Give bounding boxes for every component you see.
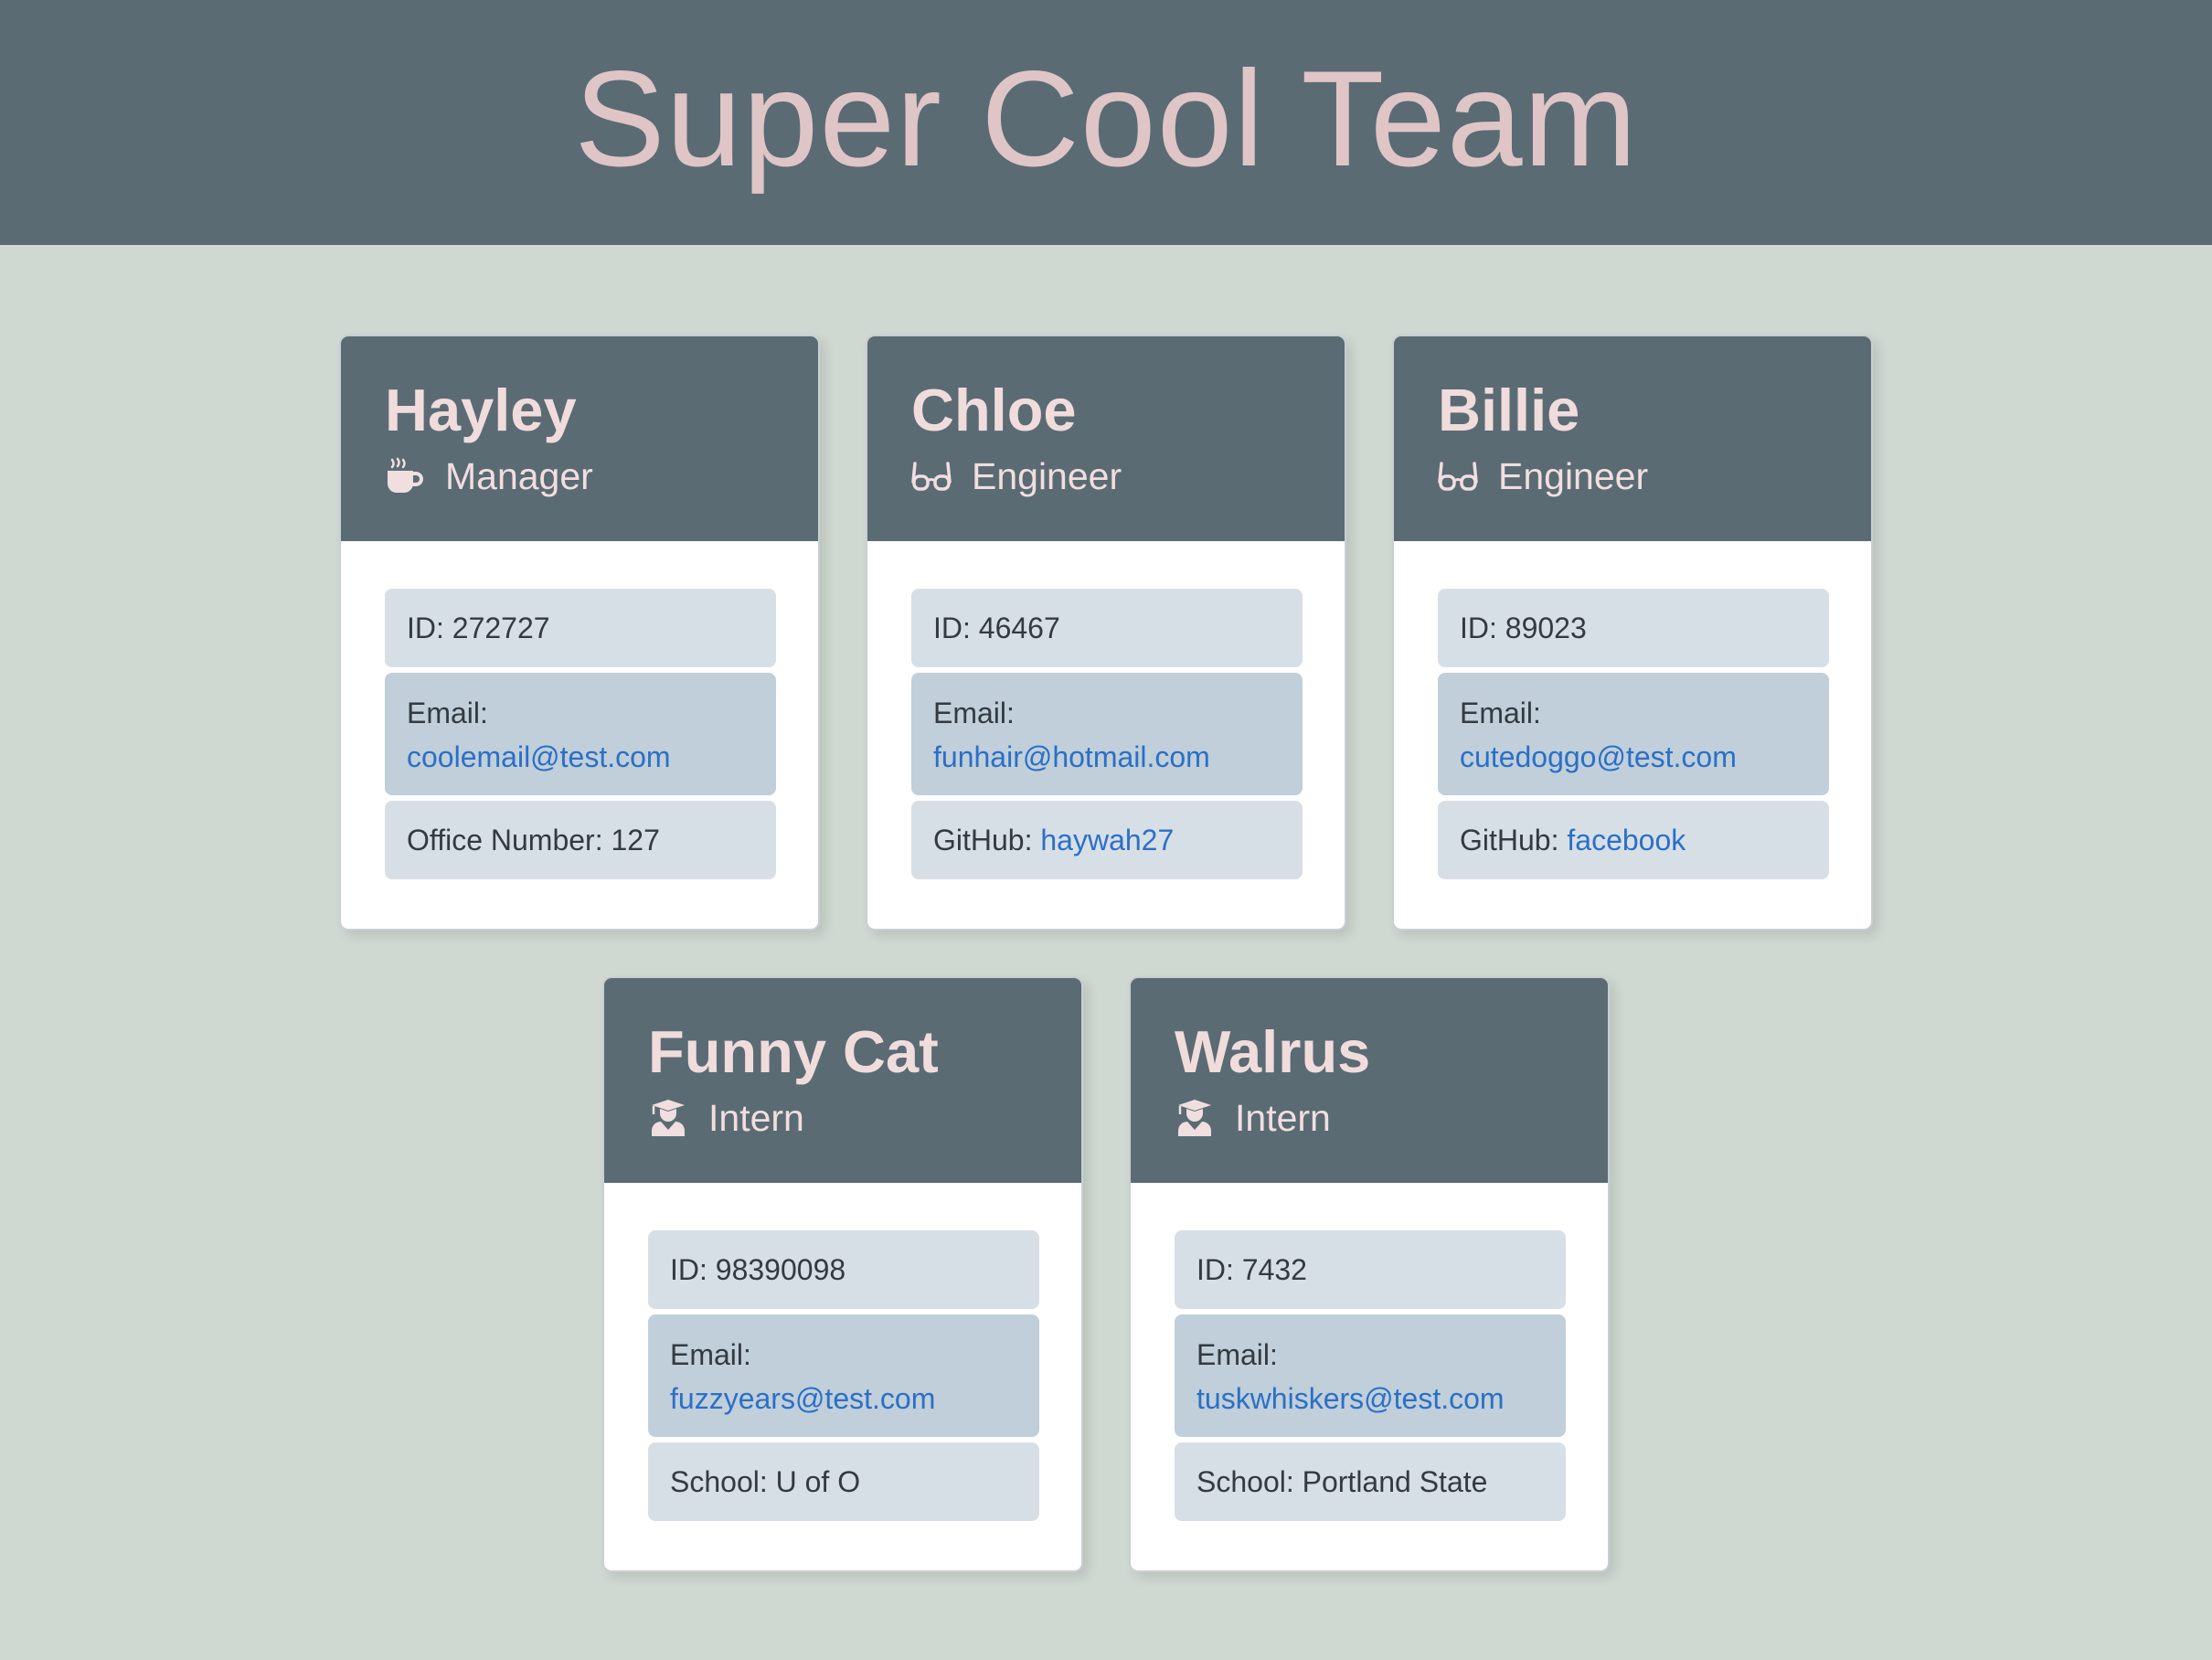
id-value: 89023 [1505, 612, 1587, 644]
office-value: 127 [611, 824, 660, 857]
school-label: School: [1196, 1465, 1303, 1498]
employee-card-intern: Walrus Intern ID: 7432 Email: tuskwhiske… [1129, 976, 1610, 1572]
employee-role: Engineer [1438, 456, 1829, 496]
id-value: 98390098 [715, 1253, 846, 1286]
employee-email: Email: funhair@hotmail.com [911, 673, 1303, 795]
employee-name: Hayley [385, 377, 577, 443]
employee-role: Manager [385, 456, 776, 496]
employee-name: Funny Cat [648, 1018, 939, 1085]
role-label: Intern [1235, 1096, 1331, 1139]
email-link[interactable]: coolemail@test.com [407, 740, 671, 773]
team-row: Hayley Manager ID: 272727 Email: coolema… [0, 335, 2212, 931]
github-label: GitHub: [933, 824, 1041, 857]
employee-name: Billie [1438, 377, 1580, 443]
role-label: Intern [708, 1096, 804, 1139]
employee-school: School: Portland State [1175, 1442, 1566, 1521]
github-link[interactable]: haywah27 [1040, 818, 1174, 862]
school-value: Portland State [1302, 1465, 1488, 1498]
card-body: ID: 89023 Email: cutedoggo@test.com GitH… [1394, 541, 1871, 879]
employee-office-number: Office Number: 127 [385, 801, 776, 879]
id-label: ID: [933, 612, 979, 644]
employee-role: Intern [1175, 1098, 1566, 1138]
employee-role: Engineer [911, 456, 1303, 496]
glasses-icon [1438, 456, 1478, 496]
employee-id: ID: 89023 [1438, 589, 1829, 667]
employee-github: GitHub: facebook [1438, 801, 1829, 879]
employee-role: Intern [648, 1098, 1039, 1138]
school-label: School: [670, 1465, 776, 1498]
employee-card-engineer: Billie Engineer ID: 89023 Email: cutedog… [1392, 335, 1873, 931]
id-label: ID: [670, 1253, 716, 1286]
employee-id: ID: 272727 [385, 589, 776, 667]
glasses-icon [911, 456, 952, 496]
email-link[interactable]: cutedoggo@test.com [1460, 740, 1737, 773]
card-body: ID: 7432 Email: tuskwhiskers@test.com Sc… [1131, 1183, 1608, 1521]
page-header: Super Cool Team [0, 0, 2212, 245]
email-label: Email: [933, 697, 1015, 729]
github-link[interactable]: facebook [1567, 818, 1686, 862]
employee-name: Walrus [1175, 1018, 1371, 1085]
id-label: ID: [407, 612, 452, 644]
employee-card-manager: Hayley Manager ID: 272727 Email: coolema… [339, 335, 820, 931]
card-body: ID: 98390098 Email: fuzzyears@test.com S… [604, 1183, 1081, 1521]
id-value: 46467 [978, 612, 1060, 644]
role-label: Manager [445, 454, 593, 497]
email-label: Email: [670, 1338, 751, 1371]
employee-card-intern: Funny Cat Intern ID: 98390098 Email: fuz… [602, 976, 1083, 1572]
employee-id: ID: 46467 [911, 589, 1303, 667]
role-label: Engineer [1498, 454, 1649, 497]
employee-email: Email: cutedoggo@test.com [1438, 673, 1829, 795]
card-header: Billie Engineer [1394, 336, 1871, 541]
email-link[interactable]: fuzzyears@test.com [670, 1382, 935, 1415]
email-label: Email: [1460, 697, 1541, 729]
id-label: ID: [1460, 612, 1505, 644]
card-header: Hayley Manager [341, 336, 818, 541]
email-link[interactable]: tuskwhiskers@test.com [1196, 1382, 1505, 1415]
office-label: Office Number: [407, 824, 611, 857]
card-header: Walrus Intern [1131, 978, 1608, 1183]
role-label: Engineer [972, 454, 1122, 497]
id-value: 7432 [1241, 1253, 1307, 1286]
employee-email: Email: fuzzyears@test.com [648, 1314, 1039, 1437]
card-body: ID: 272727 Email: coolemail@test.com Off… [341, 541, 818, 879]
graduate-icon [1175, 1098, 1215, 1138]
team-row: Funny Cat Intern ID: 98390098 Email: fuz… [0, 976, 2212, 1572]
employee-email: Email: tuskwhiskers@test.com [1175, 1314, 1566, 1437]
school-value: U of O [775, 1465, 861, 1498]
id-label: ID: [1196, 1253, 1242, 1286]
employee-card-engineer: Chloe Engineer ID: 46467 Email: funhair@… [866, 335, 1346, 931]
card-header: Funny Cat Intern [604, 978, 1081, 1183]
email-label: Email: [1196, 1338, 1278, 1371]
employee-id: ID: 7432 [1175, 1230, 1566, 1309]
email-label: Email: [407, 697, 488, 729]
graduate-icon [648, 1098, 688, 1138]
employee-name: Chloe [911, 377, 1077, 443]
email-link[interactable]: funhair@hotmail.com [933, 740, 1210, 773]
github-label: GitHub: [1460, 824, 1568, 857]
id-value: 272727 [452, 612, 550, 644]
employee-id: ID: 98390098 [648, 1230, 1039, 1309]
coffee-mug-icon [385, 456, 425, 496]
employee-email: Email: coolemail@test.com [385, 673, 776, 795]
card-header: Chloe Engineer [867, 336, 1345, 541]
page-title: Super Cool Team [574, 41, 1638, 195]
card-body: ID: 46467 Email: funhair@hotmail.com Git… [867, 541, 1345, 879]
employee-school: School: U of O [648, 1442, 1039, 1521]
employee-github: GitHub: haywah27 [911, 801, 1303, 879]
